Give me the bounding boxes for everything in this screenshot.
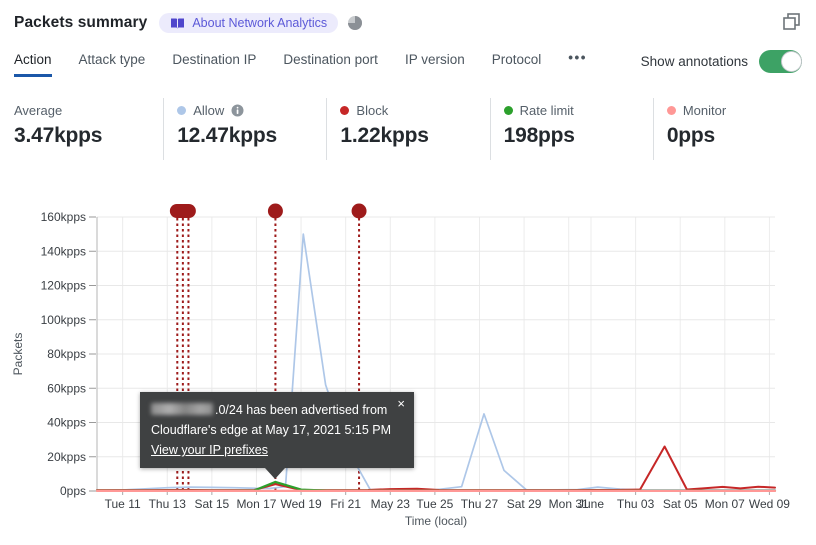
- rate-limit-legend-dot: [503, 105, 513, 115]
- x-tick-label: Mon 07: [705, 497, 745, 511]
- monitor-legend-dot: [666, 105, 676, 115]
- stat-average: Average 3.47kpps: [0, 98, 163, 160]
- allow-legend-dot: [177, 105, 187, 115]
- tabs-more-button[interactable]: •••: [568, 50, 587, 72]
- tooltip-close-icon[interactable]: ×: [395, 395, 407, 412]
- y-tick-label: 100kpps: [41, 313, 86, 327]
- redacted-ip-prefix: [151, 403, 213, 415]
- stat-block-label: Block: [356, 102, 389, 118]
- annotation-marker-pill[interactable]: [169, 204, 196, 218]
- tooltip-line-1: .0/24 has been advertised from: [151, 400, 402, 420]
- x-tick-label: Fri 21: [330, 497, 361, 511]
- stat-allow: Allow 12.47kpps: [163, 98, 326, 160]
- stat-rate-limit: Rate limit 198pps: [489, 98, 653, 160]
- annotation-marker-dot[interactable]: [267, 203, 283, 219]
- show-annotations-toggle[interactable]: [759, 50, 802, 73]
- x-axis-title: Time (local): [405, 514, 467, 528]
- view-ip-prefixes-link[interactable]: View your IP prefixes: [151, 443, 268, 457]
- stat-block: Block 1.22kpps: [326, 98, 489, 160]
- tab-ip-version[interactable]: IP version: [405, 50, 465, 74]
- y-tick-label: 20kpps: [47, 450, 86, 464]
- chart-axes: 0pps 20kpps 40kpps 60kpps 80kpps 100kpps 120kp…: [11, 210, 790, 528]
- stat-rate-limit-label: Rate limit: [519, 102, 574, 118]
- stat-allow-value: 12.47kpps: [177, 124, 277, 147]
- y-tick-label: 0pps: [60, 484, 86, 498]
- x-tick-label: Thu 27: [461, 497, 499, 511]
- toggle-knob: [780, 50, 802, 72]
- copy-panel-icon[interactable]: [780, 10, 802, 32]
- pie-chart-icon: [347, 15, 363, 31]
- y-tick-label: 160kpps: [41, 210, 86, 224]
- annotation-marker-dot[interactable]: [351, 203, 367, 219]
- y-axis-title: Packets: [11, 333, 25, 376]
- y-tick-label: 140kpps: [41, 244, 86, 258]
- block-legend-dot: [340, 105, 350, 115]
- stat-monitor-label: Monitor: [682, 102, 727, 118]
- x-tick-label: Tue 11: [105, 497, 141, 511]
- book-icon: [170, 17, 185, 30]
- x-tick-label: Mon 17: [236, 497, 276, 511]
- annotation-markers: [169, 203, 367, 219]
- x-tick-label: Wed 19: [280, 497, 321, 511]
- y-tick-label: 80kpps: [47, 347, 86, 361]
- packets-summary-panel: Packets summary About Network Analytics: [0, 0, 816, 545]
- x-tick-label: Sat 05: [663, 497, 698, 511]
- tooltip-line-3: View your IP prefixes: [151, 440, 402, 460]
- about-network-analytics-badge[interactable]: About Network Analytics: [159, 13, 339, 33]
- summary-stats-row: Average 3.47kpps Allow 12.47kpps Block 1…: [0, 98, 816, 160]
- y-tick-label: 40kpps: [47, 416, 86, 430]
- tooltip-line-2: Cloudflare's edge at May 17, 2021 5:15 P…: [151, 423, 392, 437]
- tab-destination-ip[interactable]: Destination IP: [172, 50, 256, 74]
- page-title: Packets summary: [14, 14, 148, 31]
- x-tick-label: June: [578, 497, 604, 511]
- show-annotations-label: Show annotations: [640, 54, 748, 69]
- stat-allow-label: Allow: [193, 102, 225, 118]
- annotation-tooltip: × .0/24 has been advertised from Cloudfl…: [140, 392, 414, 479]
- x-tick-label: Thu 13: [149, 497, 187, 511]
- tooltip-caret: [265, 468, 285, 479]
- x-tick-label: May 23: [371, 497, 411, 511]
- tab-destination-port[interactable]: Destination port: [283, 50, 378, 74]
- x-tick-label: Wed 09: [749, 497, 790, 511]
- stat-block-value: 1.22kpps: [340, 124, 429, 147]
- panel-header: Packets summary About Network Analytics: [14, 10, 802, 36]
- packets-chart-svg: 0pps 20kpps 40kpps 60kpps 80kpps 100kpps 120kp…: [11, 203, 790, 528]
- tab-action[interactable]: Action: [14, 50, 52, 77]
- tab-attack-type[interactable]: Attack type: [79, 50, 146, 74]
- y-tick-label: 120kpps: [41, 279, 86, 293]
- tab-protocol[interactable]: Protocol: [492, 50, 542, 74]
- x-tick-label: Sat 29: [507, 497, 542, 511]
- stat-average-value: 3.47kpps: [14, 124, 103, 147]
- stat-average-label: Average: [14, 102, 63, 118]
- x-tick-label: Sat 15: [195, 497, 230, 511]
- stat-monitor: Monitor 0pps: [652, 98, 816, 160]
- badge-label: About Network Analytics: [192, 16, 328, 30]
- x-tick-label: Thu 03: [617, 497, 655, 511]
- packets-chart: 0pps 20kpps 40kpps 60kpps 80kpps 100kpps 120kp…: [0, 190, 816, 545]
- x-tick-label: Tue 25: [416, 497, 453, 511]
- y-tick-label: 60kpps: [47, 381, 86, 395]
- info-icon[interactable]: [231, 104, 244, 117]
- stat-monitor-value: 0pps: [666, 124, 716, 147]
- chart-dimension-tabs: Action Attack type Destination IP Destin…: [14, 50, 802, 80]
- stat-rate-limit-value: 198pps: [503, 124, 575, 147]
